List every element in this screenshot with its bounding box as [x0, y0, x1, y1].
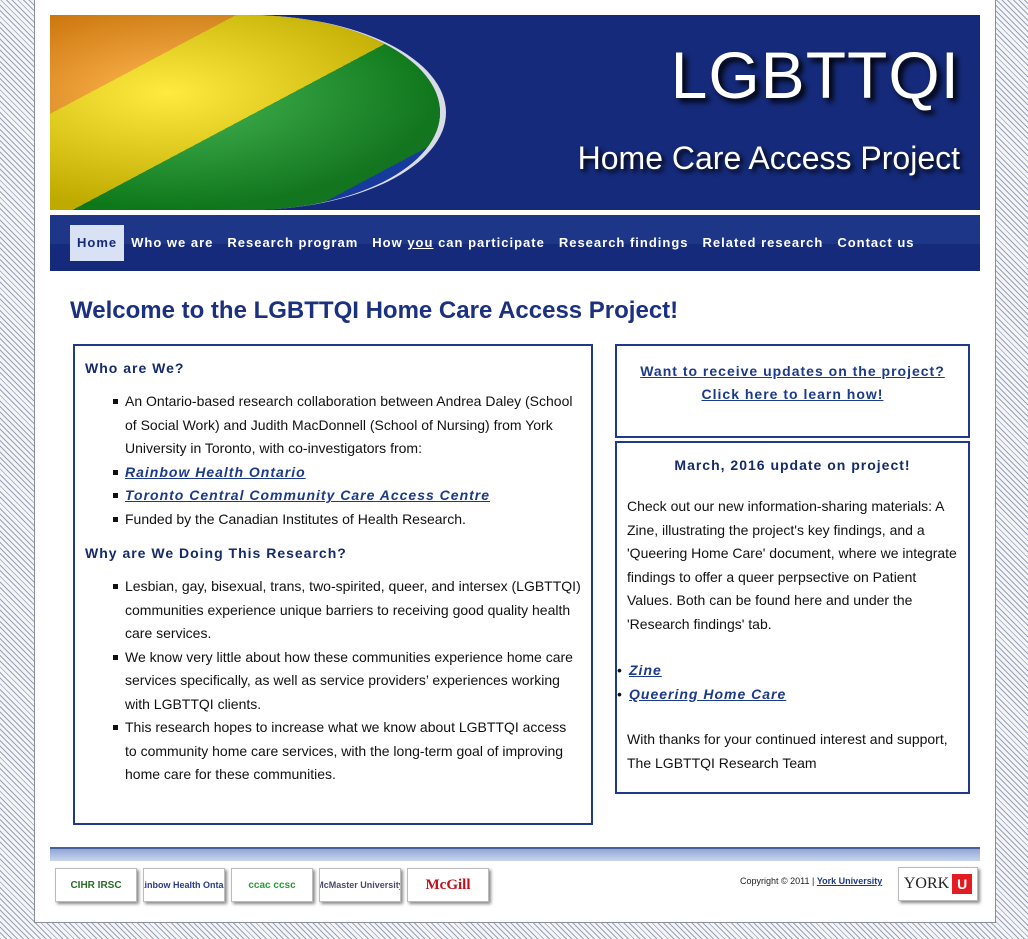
- list-item: Lesbian, gay, bisexual, trans, two-spiri…: [113, 575, 581, 646]
- mcgill-logo[interactable]: McGill: [407, 868, 489, 902]
- news-links: Zine Queering Home Care: [617, 658, 958, 706]
- york-logo-text: YORK: [903, 875, 950, 892]
- learn-how-link[interactable]: Click here to learn how!: [617, 383, 968, 406]
- partner-logos: CIHR IRSC Rainbow Health Ontario ccac cc…: [55, 868, 489, 902]
- updates-box: Want to receive updates on the project? …: [615, 344, 970, 438]
- york-university-link[interactable]: York University: [817, 876, 882, 886]
- page-container: LGBTTQI Home Care Access Project Home Wh…: [34, 0, 996, 923]
- who-list: An Ontario-based research collaboration …: [113, 390, 581, 531]
- nav-participate-you: you: [407, 235, 434, 250]
- site-subtitle: Home Care Access Project: [577, 140, 960, 176]
- news-closing: With thanks for your continued interest …: [627, 731, 948, 771]
- copyright: Copyright © 2011 | York University: [740, 876, 882, 886]
- updates-link[interactable]: Want to receive updates on the project?: [617, 360, 968, 383]
- nav-participate-post: can participate: [433, 235, 545, 250]
- list-item: This research hopes to increase what we …: [113, 716, 581, 787]
- news-heading: March, 2016 update on project!: [674, 457, 911, 473]
- nav-research-program[interactable]: Research program: [220, 225, 365, 261]
- list-item: An Ontario-based research collaboration …: [113, 390, 581, 461]
- nav-related-research[interactable]: Related research: [696, 225, 831, 261]
- who-heading: Who are We?: [85, 360, 185, 376]
- queering-home-care-link[interactable]: Queering Home Care: [629, 686, 786, 702]
- news-body: Check out our new information-sharing ma…: [627, 498, 957, 632]
- nav-research-findings[interactable]: Research findings: [552, 225, 696, 261]
- footer-divider: [50, 847, 980, 861]
- main-nav: Home Who we are Research program How you…: [50, 215, 980, 271]
- nav-home[interactable]: Home: [70, 225, 125, 261]
- list-item: Zine: [617, 658, 958, 682]
- nav-contact-us[interactable]: Contact us: [830, 225, 921, 261]
- nav-participate-pre: How: [372, 235, 408, 250]
- about-box: Who are We? An Ontario-based research co…: [73, 344, 593, 825]
- why-heading: Why are We Doing This Research?: [85, 545, 347, 561]
- nav-who-we-are[interactable]: Who we are: [124, 225, 220, 261]
- list-item: We know very little about how these comm…: [113, 646, 581, 717]
- why-list: Lesbian, gay, bisexual, trans, two-spiri…: [113, 575, 581, 787]
- zine-link[interactable]: Zine: [629, 662, 662, 678]
- news-box: March, 2016 update on project! Check out…: [615, 441, 970, 794]
- york-logo[interactable]: YORK U: [898, 867, 978, 901]
- list-item: Funded by the Canadian Institutes of Hea…: [113, 508, 581, 532]
- header-banner: LGBTTQI Home Care Access Project: [50, 15, 980, 210]
- rainbow-health-link[interactable]: Rainbow Health Ontario: [125, 464, 306, 480]
- ccac-logo[interactable]: ccac ccsc: [231, 868, 313, 902]
- toronto-ccac-link[interactable]: Toronto Central Community Care Access Ce…: [125, 487, 490, 503]
- list-item: Toronto Central Community Care Access Ce…: [113, 484, 581, 508]
- site-title: LGBTTQI: [670, 38, 960, 112]
- mcmaster-logo[interactable]: McMaster University: [319, 868, 401, 902]
- page-title: Welcome to the LGBTTQI Home Care Access …: [70, 297, 679, 324]
- list-item: Queering Home Care: [617, 682, 958, 706]
- list-item: Rainbow Health Ontario: [113, 461, 581, 485]
- york-logo-mark: U: [952, 874, 973, 894]
- copyright-text: Copyright © 2011 |: [740, 876, 817, 886]
- cihr-logo[interactable]: CIHR IRSC: [55, 868, 137, 902]
- rainbow-health-logo[interactable]: Rainbow Health Ontario: [143, 868, 225, 902]
- nav-how-you-can-participate[interactable]: How you can participate: [365, 225, 552, 261]
- rainbow-flag-image: [50, 15, 446, 210]
